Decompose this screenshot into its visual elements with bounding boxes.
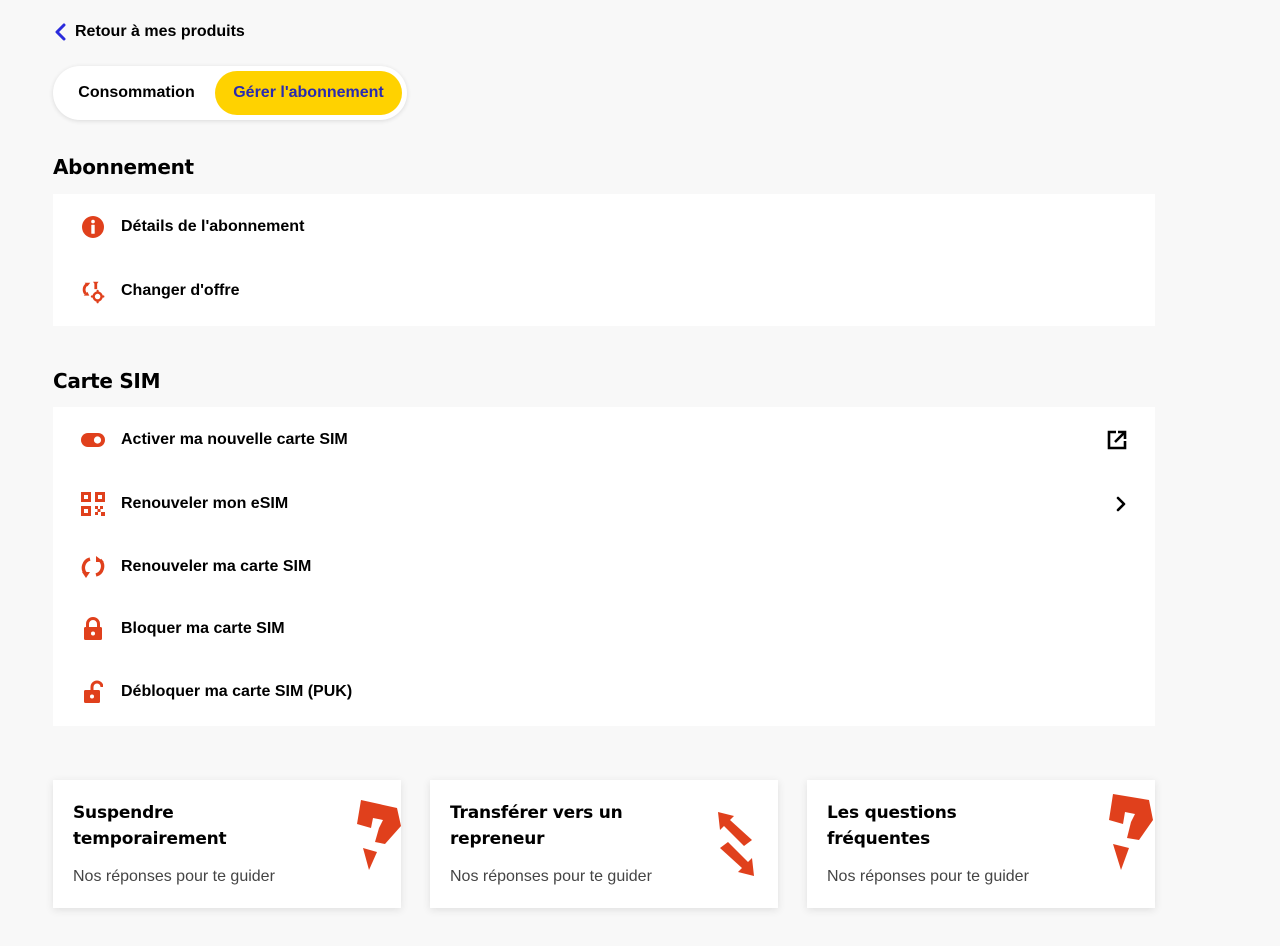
change-offer-icon [81, 279, 105, 304]
tile-faq-subtitle: Nos réponses pour te guider [827, 868, 1029, 885]
renew-sim-item[interactable]: Renouveler ma carte SIM [53, 536, 1155, 599]
tab-consommation[interactable]: Consommation [58, 71, 215, 115]
page: Retour à mes produits Consommation Gérer… [0, 0, 1280, 946]
renew-esim-label: Renouveler mon eSIM [121, 495, 289, 513]
subscription-details-label: Détails de l'abonnement [121, 218, 305, 235]
tile-transfer-subtitle: Nos réponses pour te guider [450, 868, 652, 885]
activate-sim-item[interactable]: Activer ma nouvelle carte SIM [53, 407, 1155, 473]
question-mark-art [355, 796, 403, 877]
back-link-label: Retour à mes produits [75, 23, 245, 40]
chevron-right-icon [1115, 496, 1127, 512]
lock-icon [81, 617, 105, 641]
subscription-card: Détails de l'abonnement Changer d'offre [53, 194, 1155, 326]
tile-faq[interactable]: Les questions fréquentes Nos réponses po… [807, 780, 1155, 908]
tab-switcher: Consommation Gérer l'abonnement [53, 66, 407, 120]
qr-code-icon [81, 492, 105, 517]
block-sim-item[interactable]: Bloquer ma carte SIM [53, 598, 1155, 661]
refresh-icon [81, 555, 105, 579]
subscription-details-item[interactable]: Détails de l'abonnement [53, 194, 1155, 260]
sim-card-panel: Activer ma nouvelle carte SIM Renouveler… [53, 407, 1155, 726]
tile-suspend[interactable]: Suspendre temporairement Nos réponses po… [53, 780, 401, 908]
toggle-icon [81, 428, 105, 452]
change-offer-item[interactable]: Changer d'offre [53, 260, 1155, 322]
tile-suspend-subtitle: Nos réponses pour te guider [73, 868, 275, 885]
info-icon [81, 215, 105, 239]
section-title-abonnement: Abonnement [53, 155, 194, 179]
section-title-carte-sim: Carte SIM [53, 369, 161, 393]
chevron-left-icon [53, 23, 67, 41]
tab-gerer-abonnement[interactable]: Gérer l'abonnement [215, 71, 402, 115]
tile-suspend-title: Suspendre temporairement [73, 803, 227, 849]
block-sim-label: Bloquer ma carte SIM [121, 620, 285, 638]
question-mark-art [1105, 792, 1155, 877]
external-link-icon [1107, 430, 1127, 450]
tile-faq-title: Les questions fréquentes [827, 803, 957, 849]
unblock-sim-label: Débloquer ma carte SIM (PUK) [121, 682, 353, 700]
unblock-sim-item[interactable]: Débloquer ma carte SIM (PUK) [53, 661, 1155, 724]
activate-sim-label: Activer ma nouvelle carte SIM [121, 431, 348, 448]
back-link[interactable]: Retour à mes produits [53, 23, 245, 41]
unlock-icon [81, 680, 105, 704]
transfer-arrows-art [716, 810, 756, 883]
renew-esim-item[interactable]: Renouveler mon eSIM [53, 473, 1155, 536]
tile-transfer[interactable]: Transférer vers un repreneur Nos réponse… [430, 780, 778, 908]
change-offer-label: Changer d'offre [121, 282, 240, 299]
tile-transfer-title: Transférer vers un repreneur [450, 803, 623, 849]
renew-sim-label: Renouveler ma carte SIM [121, 557, 312, 575]
